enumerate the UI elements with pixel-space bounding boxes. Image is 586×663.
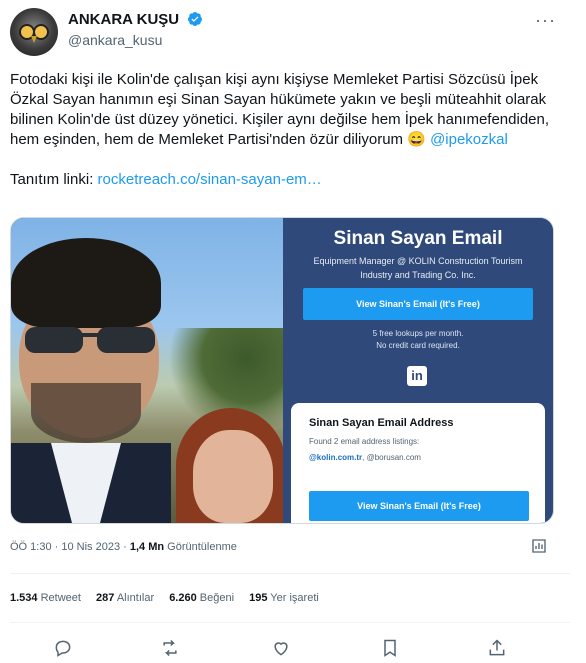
card-title: Sinan Sayan Email bbox=[333, 228, 503, 249]
card-photo bbox=[11, 218, 286, 523]
tweet: ANKARA KUŞU @ankara_kusu ··· Fotodaki ki… bbox=[0, 0, 586, 663]
card-note-line-1: 5 free lookups per month. bbox=[372, 329, 464, 338]
panel-title: Sinan Sayan Email Address bbox=[309, 417, 454, 429]
card-info: Sinan Sayan Email Equipment Manager @ KO… bbox=[283, 218, 553, 523]
reply-icon bbox=[55, 640, 71, 657]
photo-man-hair bbox=[11, 238, 161, 328]
share-button[interactable] bbox=[482, 633, 512, 663]
heart-icon bbox=[274, 642, 288, 656]
tweet-time[interactable]: ÖÖ 1:30 bbox=[10, 541, 52, 553]
more-icon[interactable]: ··· bbox=[535, 10, 556, 31]
divider-top bbox=[10, 573, 570, 574]
author-display-name[interactable]: ANKARA KUŞU bbox=[68, 10, 179, 30]
tweet-actions bbox=[0, 633, 586, 663]
tweet-stats: 1.534 Retweet 287 Alıntılar 6.260 Beğeni… bbox=[10, 592, 331, 604]
views-label: Görüntülenme bbox=[164, 541, 237, 553]
owl-beak bbox=[31, 36, 37, 43]
stat-bookmarks[interactable]: 195 Yer işareti bbox=[249, 592, 319, 604]
panel-email-1: @kolin.com.tr bbox=[309, 453, 363, 462]
like-button[interactable] bbox=[266, 633, 296, 663]
view-email-button[interactable]: View Sinan's Email (It's Free) bbox=[303, 288, 533, 320]
sunglasses-icon bbox=[25, 327, 155, 353]
email-panel: Sinan Sayan Email Address Found 2 email … bbox=[291, 403, 545, 523]
retweet-icon bbox=[163, 639, 177, 657]
meta-sep: · bbox=[51, 541, 62, 553]
bookmark-icon bbox=[384, 639, 396, 657]
link-label: Tanıtım linki: bbox=[10, 171, 98, 188]
photo-man-beard bbox=[31, 383, 141, 443]
mention-link[interactable]: @ipekozkal bbox=[430, 131, 508, 148]
stat-likes[interactable]: 6.260 Beğeni bbox=[169, 592, 234, 604]
tweet-header: ANKARA KUŞU @ankara_kusu ··· bbox=[10, 8, 570, 58]
reply-button[interactable] bbox=[48, 633, 78, 663]
retweet-button[interactable] bbox=[155, 633, 185, 663]
divider-bottom bbox=[10, 622, 570, 623]
stat-retweets[interactable]: 1.534 Retweet bbox=[10, 592, 81, 604]
meta-sep-2: · bbox=[120, 541, 130, 553]
panel-emails: @kolin.com.tr, @borusan.com bbox=[309, 453, 421, 462]
tweet-text: Fotodaki kişi ile Kolin'de çalışan kişi … bbox=[10, 70, 565, 190]
share-icon bbox=[489, 639, 505, 656]
bookmark-button[interactable] bbox=[375, 633, 405, 663]
linkedin-icon[interactable]: in bbox=[407, 366, 427, 386]
card-subtitle: Equipment Manager @ KOLIN Construction T… bbox=[313, 256, 523, 280]
analytics-icon[interactable] bbox=[530, 537, 548, 555]
panel-email-2: , @borusan.com bbox=[362, 453, 421, 462]
tweet-date[interactable]: 10 Nis 2023 bbox=[61, 541, 120, 553]
view-email-button-2[interactable]: View Sinan's Email (It's Free) bbox=[309, 491, 529, 521]
panel-found-text: Found 2 email address listings: bbox=[309, 437, 420, 446]
photo-woman-face bbox=[193, 430, 273, 523]
card-note: 5 free lookups per month. No credit card… bbox=[303, 328, 533, 352]
tweet-url-link[interactable]: rocketreach.co/sinan-sayan-em… bbox=[98, 171, 322, 188]
avatar[interactable] bbox=[10, 8, 58, 56]
link-card[interactable]: Sinan Sayan Email Equipment Manager @ KO… bbox=[10, 217, 554, 524]
views-count: 1,4 Mn bbox=[129, 541, 165, 553]
card-note-line-2: No credit card required. bbox=[376, 341, 460, 350]
tweet-meta: ÖÖ 1:30 · 10 Nis 2023 · 1,4 Mn Görüntüle… bbox=[10, 541, 237, 553]
stat-quotes[interactable]: 287 Alıntılar bbox=[96, 592, 154, 604]
verified-badge-icon bbox=[187, 12, 202, 26]
author-names: ANKARA KUŞU @ankara_kusu bbox=[68, 10, 203, 50]
author-handle[interactable]: @ankara_kusu bbox=[68, 30, 203, 50]
